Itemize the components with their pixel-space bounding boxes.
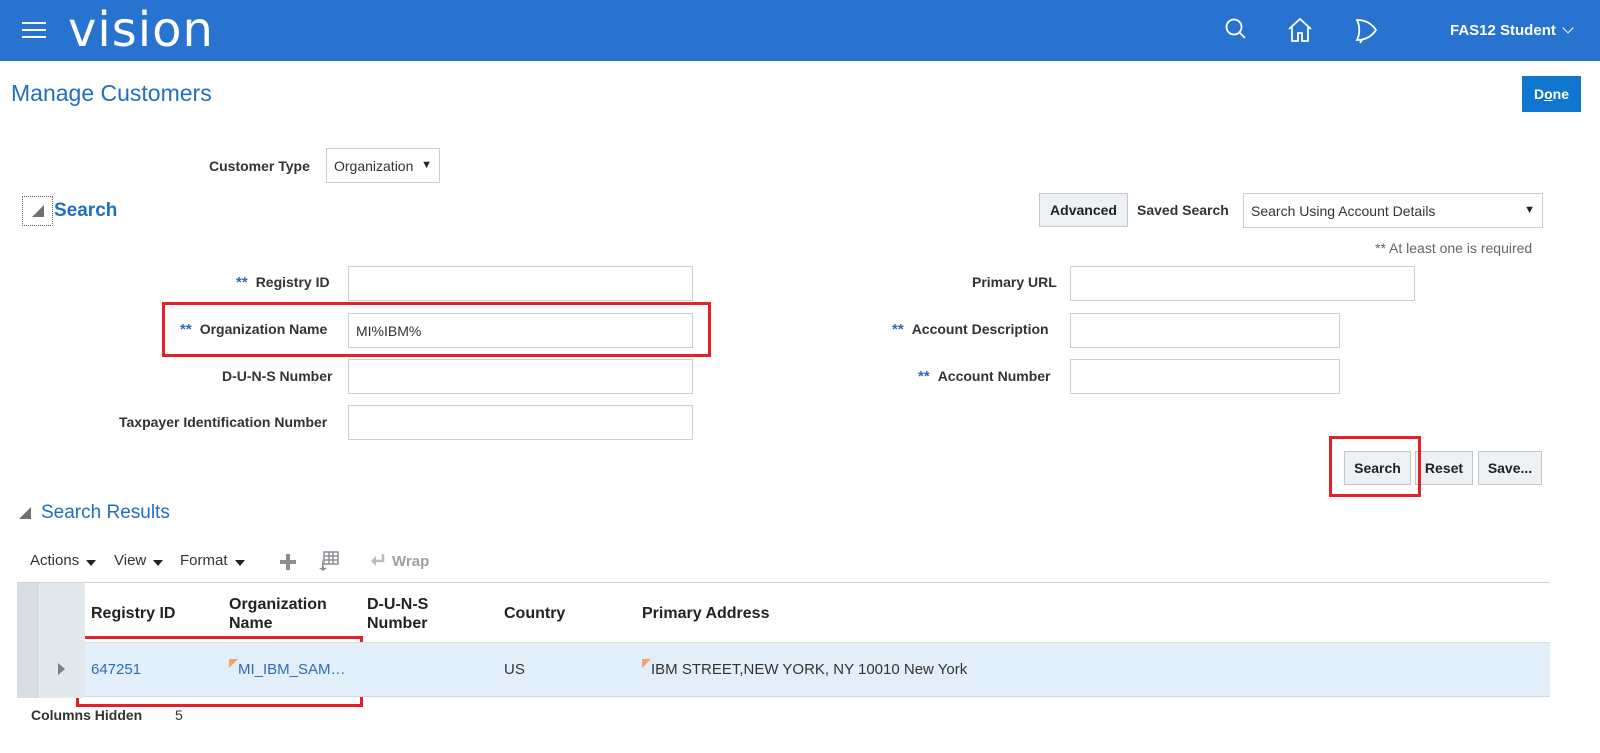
collapse-triangle-icon — [32, 205, 44, 217]
organization-name-input[interactable] — [348, 313, 693, 348]
chevron-down-icon — [1562, 22, 1574, 34]
saved-search-select[interactable]: Search Using Account Details ▼ — [1243, 193, 1543, 228]
search-section-title[interactable]: Search — [54, 200, 117, 222]
search-icon[interactable] — [1222, 16, 1250, 44]
wrap-icon — [371, 554, 385, 566]
saved-search-value: Search Using Account Details — [1251, 203, 1436, 219]
dropdown-arrow-icon — [153, 560, 164, 566]
column-header-primary-address[interactable]: Primary Address — [642, 604, 769, 623]
save-button-label: Save... — [1487, 460, 1533, 476]
search-button[interactable]: Search — [1344, 451, 1411, 485]
dropdown-arrow-icon — [86, 560, 97, 566]
column-header-country[interactable]: Country — [504, 604, 565, 623]
format-menu[interactable]: Format — [180, 552, 245, 569]
account-number-label: ** Account Number — [918, 368, 1050, 385]
format-menu-label: Format — [180, 552, 228, 569]
organization-name-label: ** Organization Name — [180, 321, 327, 338]
search-button-label: Search — [1354, 460, 1401, 476]
flag-icon — [229, 659, 238, 668]
duns-number-input[interactable] — [348, 359, 693, 394]
done-button[interactable]: Done — [1522, 76, 1581, 112]
advanced-button-label: Advanced — [1050, 202, 1117, 218]
notifications-icon[interactable] — [1352, 16, 1380, 44]
wrap-button[interactable]: Wrap — [370, 552, 429, 570]
actions-menu[interactable]: Actions — [30, 552, 97, 569]
search-collapse-toggle[interactable] — [22, 196, 53, 226]
required-marker: ** — [892, 321, 904, 338]
cell-organization-name[interactable]: MI_IBM_SAM… — [229, 659, 346, 678]
saved-search-label: Saved Search — [1137, 202, 1229, 218]
taxpayer-id-input[interactable] — [348, 405, 693, 440]
add-icon[interactable] — [278, 552, 298, 572]
page-title: Manage Customers — [11, 80, 212, 106]
organization-name-label-text: Organization Name — [199, 321, 328, 337]
registry-id-input[interactable] — [348, 266, 693, 301]
account-description-label-text: Account Description — [911, 321, 1049, 337]
wrap-label: Wrap — [392, 553, 430, 570]
account-description-label: ** Account Description — [892, 321, 1049, 338]
user-name: FAS12 Student — [1450, 22, 1556, 39]
reset-button-label: Reset — [1424, 460, 1464, 476]
dropdown-arrow-icon — [234, 560, 245, 566]
cell-country: US — [504, 661, 525, 678]
cell-primary-address: IBM STREET,NEW YORK, NY 10010 New York — [642, 659, 968, 678]
actions-menu-label: Actions — [30, 552, 80, 569]
registry-id-label-text: Registry ID — [255, 274, 330, 290]
required-marker: ** — [236, 274, 248, 291]
required-marker: ** — [918, 368, 930, 385]
columns-hidden-value: 5 — [175, 707, 183, 723]
customer-type-label: Customer Type — [209, 158, 310, 174]
account-number-input[interactable] — [1070, 359, 1340, 394]
reset-button[interactable]: Reset — [1415, 451, 1473, 485]
cell-primary-address-text: IBM STREET,NEW YORK, NY 10010 New York — [651, 661, 968, 678]
column-header-duns-number[interactable]: D-U-N-S Number — [367, 595, 428, 633]
cell-organization-name-text: MI_IBM_SAM… — [238, 661, 346, 678]
flag-icon — [642, 659, 651, 668]
required-hint: ** At least one is required — [1375, 240, 1533, 256]
collapse-triangle-icon[interactable] — [18, 506, 32, 520]
home-icon[interactable] — [1286, 16, 1314, 44]
account-number-label-text: Account Number — [937, 368, 1051, 384]
advanced-button[interactable]: Advanced — [1039, 193, 1128, 227]
column-header-line: Number — [367, 615, 428, 632]
cell-registry-id[interactable]: 647251 — [91, 661, 141, 678]
row-header-gutter — [17, 583, 85, 698]
dropdown-arrow-icon: ▼ — [421, 159, 432, 171]
account-description-input[interactable] — [1070, 313, 1340, 348]
save-search-button[interactable]: Save... — [1478, 451, 1542, 485]
table-top-border — [17, 582, 1550, 583]
primary-url-label: Primary URL — [972, 274, 1057, 290]
dropdown-arrow-icon: ▼ — [1524, 204, 1535, 216]
column-header-registry-id[interactable]: Registry ID — [91, 604, 175, 623]
top-bar: vision FAS12 Student — [0, 0, 1600, 61]
primary-url-input[interactable] — [1070, 266, 1415, 301]
column-header-line: Name — [229, 615, 273, 632]
expand-row-icon[interactable] — [58, 663, 65, 675]
view-menu-label: View — [114, 552, 147, 569]
done-label-part: D — [1533, 86, 1545, 102]
customer-type-select[interactable]: Organization ▼ — [326, 148, 440, 183]
app-logo[interactable]: vision — [68, 2, 214, 58]
view-menu[interactable]: View — [114, 552, 164, 569]
duns-number-label: D-U-N-S Number — [222, 368, 333, 384]
menu-icon[interactable] — [22, 22, 46, 40]
column-header-line: Organization — [229, 596, 327, 613]
registry-id-label: ** Registry ID — [236, 274, 330, 291]
user-menu[interactable]: FAS12 Student — [1450, 22, 1574, 39]
search-results-title[interactable]: Search Results — [41, 502, 170, 524]
column-header-organization-name[interactable]: Organization Name — [229, 595, 327, 633]
taxpayer-id-label: Taxpayer Identification Number — [119, 414, 328, 430]
required-marker: ** — [180, 321, 192, 338]
done-label-accesskey: o — [1544, 86, 1553, 102]
done-label-part: ne — [1552, 86, 1570, 102]
freeze-columns-icon[interactable] — [318, 550, 340, 572]
customer-type-value: Organization — [334, 158, 414, 174]
columns-hidden-label: Columns Hidden — [31, 707, 143, 723]
column-header-line: D-U-N-S — [367, 596, 429, 613]
